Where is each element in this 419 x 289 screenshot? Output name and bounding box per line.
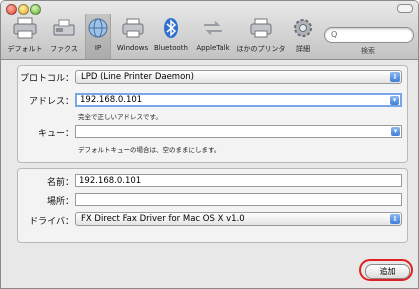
address-hint: 完全で正しいアドレスです。 [78, 113, 162, 121]
bluetooth-icon [164, 18, 178, 38]
location-field[interactable] [75, 193, 402, 206]
combo-arrow-icon[interactable]: ▾ [390, 96, 399, 105]
printer-info-group: 名前： 192.168.0.101 場所： ドライバ： FX Direct Fa… [17, 168, 408, 243]
printer-icon [250, 18, 272, 38]
address-label: アドレス： [28, 97, 74, 107]
combo-arrow-icon[interactable]: ▾ [391, 127, 400, 136]
toolbar-default-label: デフォルト [7, 45, 43, 53]
toolbar-appletalk-label: AppleTalk [196, 44, 230, 52]
driver-value: FX Direct Fax Driver for Mac OS X v1.0 [81, 214, 245, 224]
toolbar-fax-label: ファクス [50, 45, 78, 53]
search-label: 検索 [361, 47, 375, 55]
appletalk-arrows-icon [204, 21, 222, 35]
protocol-popup[interactable]: LPD (Line Printer Daemon) ⇕ [75, 70, 402, 84]
toolbar-ip-label: IP [94, 44, 102, 52]
popup-arrows-icon: ⇕ [390, 72, 400, 82]
queue-label: キュー： [37, 129, 74, 139]
toolbar-toggle-button[interactable] [397, 4, 413, 13]
windows-printer-icon [122, 18, 143, 38]
toolbar-bluetooth-label: Bluetooth [154, 44, 188, 52]
connection-group: プロトコル： LPD (Line Printer Daemon) ⇕ アドレス：… [17, 65, 408, 163]
toolbar: デフォルト ファクス IP Windows Bluetooth AppleTal… [1, 1, 418, 60]
toolbar-fax-button[interactable]: ファクス [45, 14, 83, 56]
toolbar-windows-label: Windows [116, 44, 149, 52]
protocol-value: LPD (Line Printer Daemon) [81, 72, 194, 82]
protocol-label: プロトコル： [20, 74, 75, 84]
toolbar-ip-button[interactable]: IP [85, 14, 111, 59]
toolbar-bluetooth-button[interactable]: Bluetooth [152, 14, 190, 56]
address-field[interactable]: 192.168.0.101 ▾ [75, 93, 402, 107]
search-icon: Q [331, 30, 338, 39]
name-field[interactable]: 192.168.0.101 [75, 174, 402, 187]
toolbar-default-button[interactable]: デフォルト [5, 14, 45, 56]
add-printer-window: デフォルト ファクス IP Windows Bluetooth AppleTal… [0, 0, 419, 289]
fax-icon [53, 19, 75, 36]
queue-field[interactable]: ▾ [75, 125, 402, 138]
toolbar-appletalk-button[interactable]: AppleTalk [192, 14, 234, 56]
globe-icon [88, 18, 108, 38]
name-label: 名前： [46, 178, 74, 188]
add-button[interactable]: 追加 [365, 264, 410, 279]
driver-popup[interactable]: FX Direct Fax Driver for Mac OS X v1.0 ⇕ [75, 212, 402, 226]
popup-arrows-icon: ⇕ [390, 214, 400, 224]
gear-icon [294, 19, 312, 37]
driver-label: ドライバ： [29, 217, 74, 227]
toolbar-other-printers-button[interactable]: ほかのプリンタ [235, 14, 287, 56]
address-value: 192.168.0.101 [80, 95, 143, 105]
printer-icon [13, 17, 37, 39]
location-label: 場所： [46, 197, 74, 207]
toolbar-windows-button[interactable]: Windows [114, 14, 151, 56]
toolbar-other-printers-label: ほかのプリンタ [236, 45, 286, 53]
queue-hint: デフォルトキューの場合は、空のままにします。 [78, 146, 221, 154]
search-input[interactable]: Q [324, 27, 414, 43]
toolbar-advanced-label: 詳細 [296, 45, 310, 53]
name-value: 192.168.0.101 [79, 176, 142, 186]
toolbar-advanced-button[interactable]: 詳細 [288, 14, 318, 56]
